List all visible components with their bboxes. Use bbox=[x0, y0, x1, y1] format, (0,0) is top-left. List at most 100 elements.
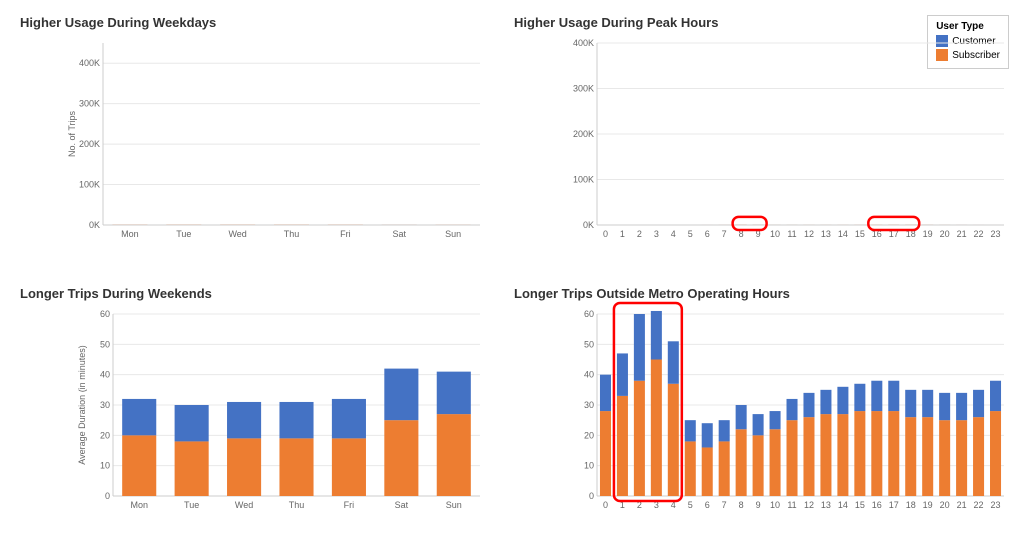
subscriber-bar bbox=[770, 429, 781, 496]
subscriber-bar bbox=[685, 441, 696, 496]
customer-bar bbox=[990, 380, 1001, 410]
x-tick-label: 2 bbox=[637, 229, 642, 239]
customer-bar bbox=[803, 392, 814, 416]
customer-bar bbox=[279, 401, 313, 437]
y-tick-label: 50 bbox=[584, 339, 594, 349]
x-tick-label: Wed bbox=[235, 500, 253, 510]
subscriber-bar bbox=[753, 435, 764, 496]
customer-bar bbox=[668, 341, 679, 383]
x-tick-label: 7 bbox=[722, 500, 727, 510]
x-tick-label: Tue bbox=[184, 500, 199, 510]
x-tick-label: 6 bbox=[705, 229, 710, 239]
x-tick-label: Sat bbox=[392, 229, 406, 239]
subscriber-bar bbox=[668, 383, 679, 495]
subscriber-bar bbox=[279, 438, 313, 496]
y-tick-label: 0 bbox=[589, 491, 594, 501]
x-tick-label: 12 bbox=[804, 500, 814, 510]
customer-bar bbox=[227, 401, 261, 437]
y-tick-label: 60 bbox=[100, 309, 110, 319]
subscriber-bar bbox=[634, 380, 645, 495]
y-tick-label: 40 bbox=[584, 369, 594, 379]
x-tick-label: 22 bbox=[974, 229, 984, 239]
y-tick-label: 400K bbox=[573, 38, 594, 48]
subscriber-bar bbox=[888, 411, 899, 496]
x-tick-label: Sun bbox=[445, 229, 461, 239]
customer-bar bbox=[939, 392, 950, 419]
y-tick-label: 10 bbox=[100, 460, 110, 470]
x-tick-label: Wed bbox=[228, 229, 246, 239]
chart1-svg: No. of Trips0K100K200K300K400KMonTueWedT… bbox=[65, 35, 485, 255]
x-tick-label: Mon bbox=[121, 229, 139, 239]
customer-bar bbox=[973, 389, 984, 416]
customer-bar bbox=[770, 411, 781, 429]
chart-weekdays: Higher Usage During Weekdays No. of Trip… bbox=[10, 10, 494, 271]
y-axis-label: No. of Trips bbox=[67, 110, 77, 157]
y-tick-label: 400K bbox=[79, 58, 100, 68]
customer-bar bbox=[871, 380, 882, 410]
chart3-title: Longer Trips During Weekends bbox=[20, 286, 489, 301]
x-tick-label: Sat bbox=[395, 500, 409, 510]
customer-bar bbox=[719, 420, 730, 441]
subscriber-bar bbox=[122, 435, 156, 496]
y-tick-label: 0K bbox=[89, 220, 100, 230]
subscriber-bar bbox=[719, 441, 730, 496]
subscriber-bar bbox=[939, 420, 950, 496]
customer-bar bbox=[753, 414, 764, 435]
x-tick-label: 3 bbox=[654, 229, 659, 239]
x-tick-label: Mon bbox=[130, 500, 148, 510]
subscriber-bar bbox=[702, 447, 713, 496]
x-tick-label: 13 bbox=[821, 500, 831, 510]
customer-bar bbox=[905, 389, 916, 416]
subscriber-bar bbox=[227, 438, 261, 496]
customer-bar bbox=[787, 398, 798, 419]
x-tick-label: 14 bbox=[838, 229, 848, 239]
subscriber-bar bbox=[437, 414, 471, 496]
x-tick-label: 15 bbox=[855, 229, 865, 239]
subscriber-bar bbox=[837, 414, 848, 496]
customer-bar bbox=[634, 314, 645, 381]
x-tick-label: 15 bbox=[855, 500, 865, 510]
subscriber-bar bbox=[787, 420, 798, 496]
x-tick-label: 19 bbox=[923, 229, 933, 239]
x-tick-label: 0 bbox=[603, 229, 608, 239]
x-tick-label: 4 bbox=[671, 229, 676, 239]
chart2-svg: 0K100K200K300K400K0123456789101112131415… bbox=[559, 35, 1009, 255]
x-tick-label: 17 bbox=[889, 500, 899, 510]
x-tick-label: 0 bbox=[603, 500, 608, 510]
customer-bar bbox=[956, 392, 967, 419]
x-tick-label: 19 bbox=[923, 500, 933, 510]
customer-bar bbox=[702, 423, 713, 447]
chart-peak-hours: Higher Usage During Peak Hours User Type… bbox=[504, 10, 1014, 271]
subscriber-bar bbox=[332, 438, 366, 496]
x-tick-label: 10 bbox=[770, 229, 780, 239]
customer-bar bbox=[820, 389, 831, 413]
x-tick-label: 13 bbox=[821, 229, 831, 239]
chart1-title: Higher Usage During Weekdays bbox=[20, 15, 489, 30]
chart-weekends: Longer Trips During Weekends Average Dur… bbox=[10, 281, 494, 542]
customer-bar bbox=[617, 353, 628, 395]
chart4-svg: 0102030405060012345678910111213141516171… bbox=[559, 306, 1009, 526]
y-tick-label: 30 bbox=[100, 400, 110, 410]
y-tick-label: 100K bbox=[573, 175, 594, 185]
x-tick-label: 16 bbox=[872, 500, 882, 510]
dashboard: Higher Usage During Weekdays No. of Trip… bbox=[0, 0, 1024, 551]
subscriber-bar bbox=[600, 411, 611, 496]
x-tick-label: 10 bbox=[770, 500, 780, 510]
x-tick-label: 9 bbox=[756, 500, 761, 510]
x-tick-label: 14 bbox=[838, 500, 848, 510]
subscriber-bar bbox=[973, 417, 984, 496]
x-tick-label: 21 bbox=[957, 229, 967, 239]
customer-bar bbox=[332, 398, 366, 437]
chart-outside-hours: Longer Trips Outside Metro Operating Hou… bbox=[504, 281, 1014, 542]
y-tick-label: 0K bbox=[583, 220, 594, 230]
y-tick-label: 200K bbox=[79, 139, 100, 149]
x-tick-label: 7 bbox=[722, 229, 727, 239]
customer-bar bbox=[685, 420, 696, 441]
customer-bar bbox=[122, 398, 156, 434]
y-tick-label: 60 bbox=[584, 309, 594, 319]
subscriber-bar bbox=[651, 359, 662, 496]
subscriber-bar bbox=[736, 429, 747, 496]
x-tick-label: 21 bbox=[957, 500, 967, 510]
x-tick-label: 11 bbox=[787, 229, 796, 239]
subscriber-bar bbox=[384, 420, 418, 496]
